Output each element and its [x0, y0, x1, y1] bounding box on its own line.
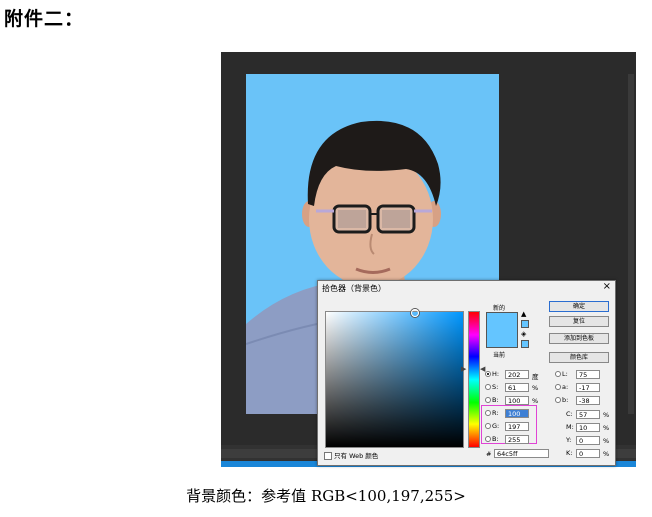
hue-slider-left-arrow-icon[interactable]: ▶ — [461, 365, 466, 373]
lab-a-field[interactable]: -17 — [576, 383, 600, 392]
color-picker-dialog: 拾色器（背景色） × ▶ ◀ 新的 当前 ▲ ◈ 确定 复位 添加到色板 颜色库… — [317, 280, 616, 466]
lab-b-radio[interactable] — [555, 397, 561, 403]
cyan-field[interactable]: 57 — [576, 410, 600, 419]
red-field[interactable]: 100 — [505, 409, 529, 418]
ok-button[interactable]: 确定 — [549, 301, 609, 312]
lab-l-radio[interactable] — [555, 371, 561, 377]
hue-radio[interactable] — [485, 371, 491, 377]
hex-label: # — [486, 450, 492, 458]
figure-caption: 背景颜色：参考值 RGB<100,197,255> — [186, 487, 466, 505]
hex-field[interactable]: 64c5ff — [494, 449, 549, 458]
green-radio[interactable] — [485, 423, 491, 429]
green-row[interactable]: G: — [485, 422, 499, 431]
color-libraries-button[interactable]: 颜色库 — [549, 352, 609, 363]
add-to-swatches-button[interactable]: 添加到色板 — [549, 333, 609, 344]
black-field[interactable]: 0 — [576, 449, 600, 458]
warning-icon[interactable]: ▲ — [521, 311, 528, 318]
web-only-checkbox-row[interactable]: 只有 Web 颜色 — [324, 450, 378, 460]
saturation-row[interactable]: S: — [485, 383, 498, 392]
current-color-swatch[interactable] — [486, 330, 518, 348]
color-marker[interactable] — [411, 309, 419, 317]
magenta-field[interactable]: 10 — [576, 423, 600, 432]
brightness-radio[interactable] — [485, 397, 491, 403]
cube-icon[interactable]: ◈ — [521, 331, 528, 338]
lab-b-field[interactable]: -38 — [576, 396, 600, 405]
brightness-unit: % — [532, 397, 539, 405]
hue-unit: 度 — [532, 373, 539, 381]
saturation-field[interactable]: 61 — [505, 383, 529, 392]
brightness-row[interactable]: B: — [485, 396, 499, 405]
yellow-label: Y: — [566, 436, 572, 444]
close-icon[interactable]: × — [603, 281, 611, 292]
lab-l-row[interactable]: L: — [555, 370, 568, 379]
magenta-unit: % — [603, 424, 610, 432]
black-unit: % — [603, 450, 610, 458]
current-color-label: 当前 — [493, 352, 506, 359]
black-label: K: — [566, 449, 573, 457]
reset-button[interactable]: 复位 — [549, 316, 609, 327]
saturation-brightness-field[interactable] — [325, 309, 464, 448]
lab-b-row[interactable]: b: — [555, 396, 568, 405]
yellow-field[interactable]: 0 — [576, 436, 600, 445]
blue-row[interactable]: B: — [485, 435, 499, 444]
hue-row[interactable]: H: — [485, 370, 499, 379]
scrollbar[interactable] — [628, 74, 634, 414]
green-field[interactable]: 197 — [505, 422, 529, 431]
red-radio[interactable] — [485, 410, 491, 416]
cyan-label: C: — [566, 410, 573, 418]
blue-radio[interactable] — [485, 436, 491, 442]
new-color-swatch — [486, 312, 518, 331]
blue-field[interactable]: 255 — [505, 435, 529, 444]
gamut-swatch[interactable] — [521, 320, 529, 328]
yellow-unit: % — [603, 437, 610, 445]
page-heading: 附件二： — [4, 8, 85, 30]
red-row[interactable]: R: — [485, 409, 499, 418]
web-only-checkbox[interactable] — [324, 452, 332, 460]
hue-slider[interactable] — [468, 311, 480, 448]
dialog-title: 拾色器（背景色） — [322, 284, 386, 293]
cyan-unit: % — [603, 411, 610, 419]
hue-field[interactable]: 202 — [505, 370, 529, 379]
magenta-label: M: — [566, 423, 574, 431]
lab-a-radio[interactable] — [555, 384, 561, 390]
lab-a-row[interactable]: a: — [555, 383, 568, 392]
web-safe-swatch[interactable] — [521, 340, 529, 348]
brightness-field[interactable]: 100 — [505, 396, 529, 405]
web-only-label: 只有 Web 颜色 — [334, 452, 379, 460]
new-color-label: 新的 — [493, 305, 506, 312]
saturation-unit: % — [532, 384, 539, 392]
lab-l-field[interactable]: 75 — [576, 370, 600, 379]
saturation-radio[interactable] — [485, 384, 491, 390]
